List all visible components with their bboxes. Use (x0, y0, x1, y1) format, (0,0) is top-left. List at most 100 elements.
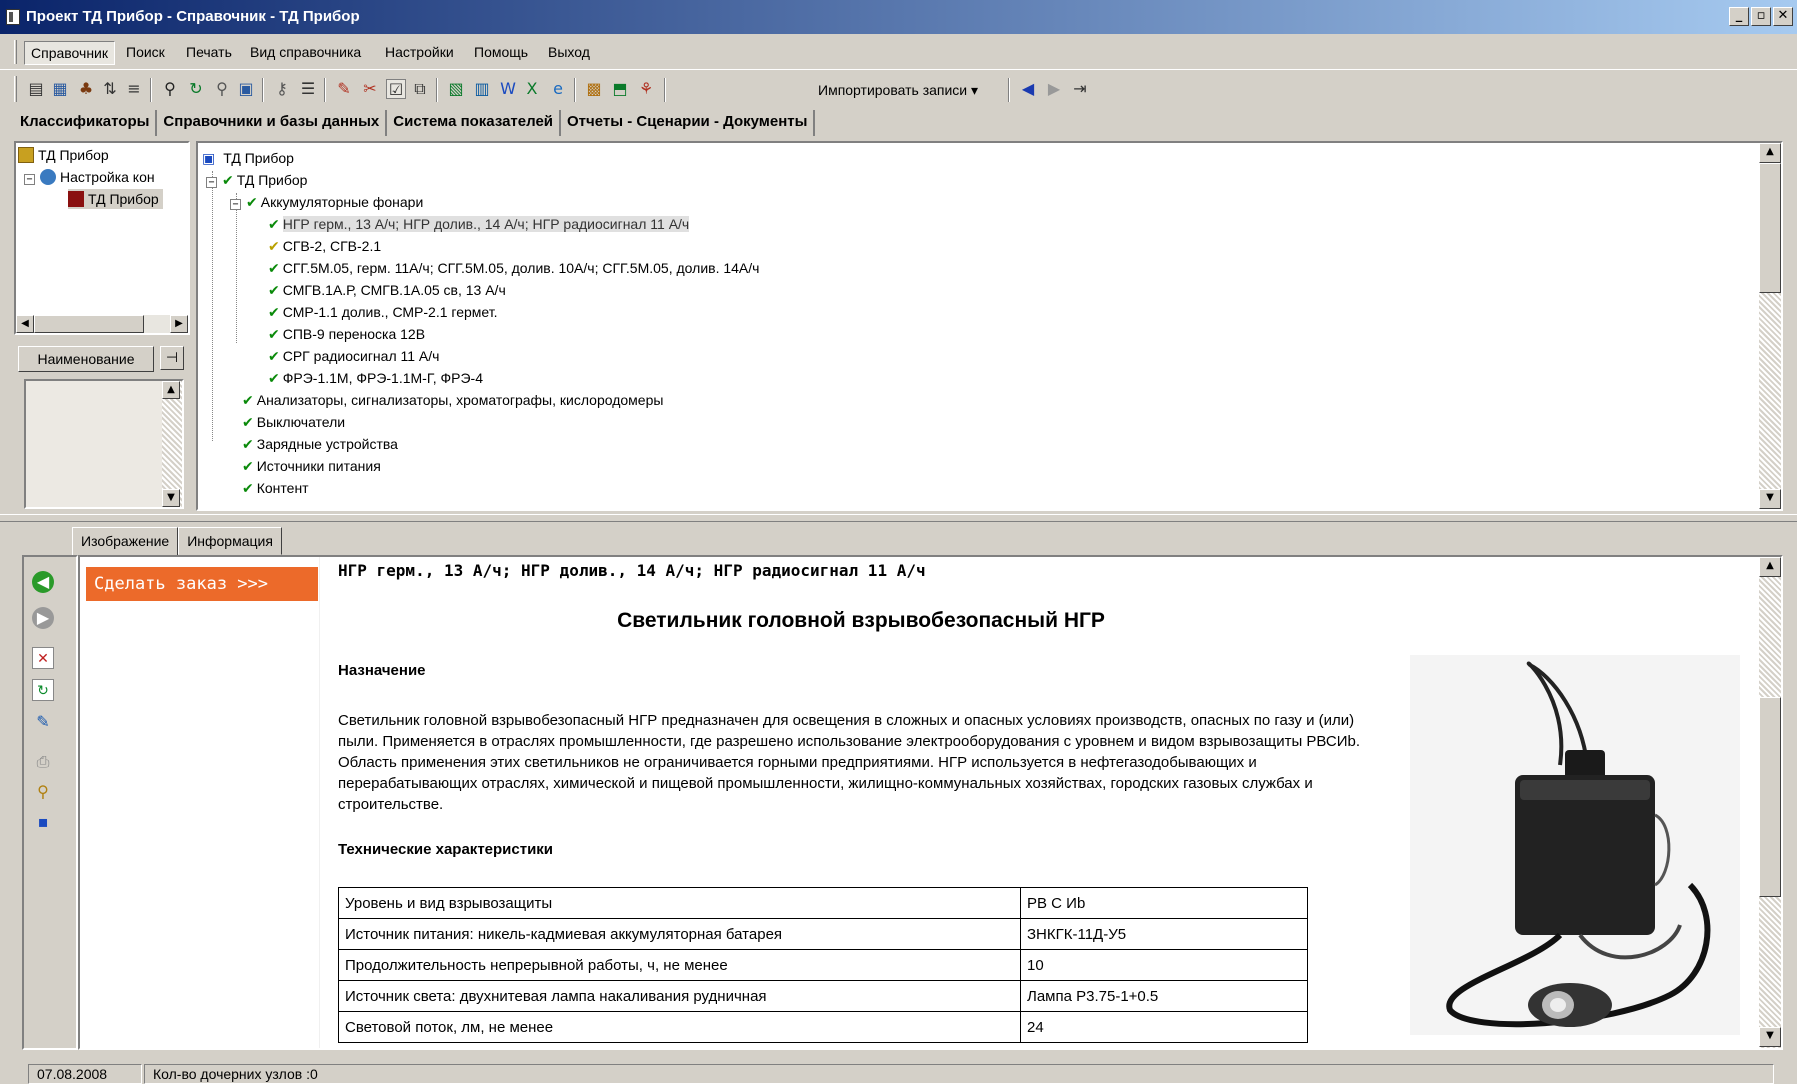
tree-node-selected[interactable]: ТД Прибор (68, 189, 163, 209)
scroll-up-icon[interactable]: ▲ (1759, 557, 1781, 577)
scroll-left-icon[interactable]: ◀ (16, 315, 34, 333)
chart-icon[interactable]: ▥ (472, 79, 492, 99)
tab-info[interactable]: Информация (178, 527, 282, 555)
tree-node-group[interactable]: − ✔ Аккумуляторные фонари (230, 191, 423, 213)
tree-scrollbar[interactable]: ▲ ▼ (1759, 143, 1781, 509)
order-button[interactable]: Сделать заказ >>> (86, 567, 318, 601)
menu-print[interactable]: Печать (180, 41, 238, 65)
tree-node-root[interactable]: ТД Прибор (18, 145, 109, 165)
close-button[interactable]: ✕ (1773, 7, 1793, 26)
restore-button[interactable]: ▫ (1751, 7, 1771, 26)
scroll-down-icon[interactable]: ▼ (1759, 489, 1781, 509)
tree-item[interactable]: ✔ СМР-1.1 долив., СМР-2.1 гермет. (268, 301, 497, 323)
tree-item[interactable]: ✔ Контент (242, 477, 309, 499)
edit-icon[interactable]: ✎ (334, 79, 354, 99)
tree-item[interactable]: ✔ СГГ.5М.05, герм. 11А/ч; СГГ.5М.05, доли… (268, 257, 759, 279)
tree-icon[interactable]: ♣ (76, 79, 96, 99)
tree-item[interactable]: ✔ СРГ радиосигнал 11 А/ч (268, 345, 439, 367)
tree-item[interactable]: ✔ НГР герм., 13 А/ч; НГР долив., 14 А/ч; … (268, 213, 690, 235)
menu-grip[interactable] (14, 40, 17, 64)
tree-item[interactable]: ✔ ФРЭ-1.1М, ФРЭ-1.1М-Г, ФРЭ-4 (268, 367, 483, 389)
save-icon[interactable]: ▪ (32, 811, 54, 833)
exit-door-icon[interactable]: ⇥ (1070, 79, 1090, 99)
menu-search[interactable]: Поиск (120, 41, 171, 65)
tree-root[interactable]: ▣ ТД Прибор (202, 147, 294, 169)
scroll-right-icon[interactable]: ▶ (170, 315, 188, 333)
collapse-icon[interactable]: − (24, 174, 35, 185)
tree-item[interactable]: ✔ Зарядные устройства (242, 433, 398, 455)
window-title: Проект ТД Прибор - Справочник - ТД Прибо… (26, 8, 360, 25)
find-next-icon[interactable]: ⚲ (212, 79, 232, 99)
horizontal-scrollbar[interactable]: ◀ ▶ (16, 315, 188, 333)
menu-settings[interactable]: Настройки (379, 41, 460, 65)
toolbar: ▤ ▦ ♣ ⇅ ≡ ⚲ ↻ ⚲ ▣ ⚷ ☰ ✎ ✂ ☑ ⧉ ▧ ▥ W X e … (0, 70, 1797, 108)
name-column-header[interactable]: Наименование (18, 346, 154, 372)
back-arrow-icon[interactable]: ◀ (1018, 79, 1038, 99)
word-icon[interactable]: W (498, 79, 518, 99)
scroll-thumb[interactable] (1759, 163, 1781, 293)
scroll-down-icon[interactable]: ▼ (1759, 1027, 1781, 1047)
go-back-icon[interactable]: ◀ (32, 571, 54, 593)
delete-icon[interactable]: ✕ (32, 647, 54, 669)
collapse-icon[interactable]: − (206, 177, 217, 188)
network-icon[interactable]: ⚘ (636, 79, 656, 99)
excel-icon[interactable]: X (522, 79, 542, 99)
app-icon[interactable] (6, 9, 20, 25)
sort-icon[interactable]: ⇅ (100, 79, 120, 99)
tree-item[interactable]: ✔ СПВ-9 переноска 12В (268, 323, 425, 345)
tree-item[interactable]: ✔ Анализаторы, сигнализаторы, хроматограф… (242, 389, 663, 411)
tree-node-settings[interactable]: − Настройка кон (24, 167, 155, 187)
forward-arrow-icon[interactable]: ▶ (1044, 79, 1064, 99)
cut-icon[interactable]: ✂ (360, 79, 380, 99)
export-icon[interactable]: ⬒ (610, 79, 630, 99)
checklist-icon[interactable]: ☑ (386, 79, 406, 99)
edit-document-icon[interactable]: ✎ (32, 711, 54, 733)
tree-item[interactable]: ✔ Источники питания (242, 455, 381, 477)
tree-item[interactable]: ✔ СМГВ.1А.Р, СМГВ.1А.05 св, 13 А/ч (268, 279, 506, 301)
scroll-thumb[interactable] (1759, 697, 1781, 897)
list-icon[interactable]: ☰ (298, 79, 318, 99)
tree-item[interactable]: ✔ Выключатели (242, 411, 345, 433)
name-list-scrollbar[interactable]: ▲ ▼ (162, 381, 182, 507)
toolbar-grip[interactable] (14, 76, 17, 102)
package-icon[interactable]: ▩ (584, 79, 604, 99)
tree-item[interactable]: ✔ СГВ-2, СГВ-2.1 (268, 235, 381, 257)
scroll-down-icon[interactable]: ▼ (162, 489, 180, 507)
scroll-thumb[interactable] (34, 315, 144, 333)
tab-directories[interactable]: Справочники и базы данных (157, 110, 388, 136)
check-icon: ✔ (268, 261, 280, 277)
image-icon[interactable]: ▧ (446, 79, 466, 99)
tab-indicators[interactable]: Система показателей (387, 110, 562, 136)
name-list[interactable]: ▲ ▼ (24, 379, 184, 509)
collapse-icon[interactable]: − (230, 199, 241, 210)
tab-image[interactable]: Изображение (72, 527, 179, 555)
scroll-up-icon[interactable]: ▲ (162, 381, 180, 399)
key-icon[interactable]: ⚷ (272, 79, 292, 99)
specs-table: Уровень и вид взрывозащиты РВ С Иb Источн… (338, 887, 1308, 1043)
form-icon[interactable]: ▤ (26, 79, 46, 99)
minimize-button[interactable]: _ (1729, 7, 1749, 26)
filter-icon[interactable]: ≡ (124, 79, 144, 99)
scroll-up-icon[interactable]: ▲ (1759, 143, 1781, 163)
tab-classifiers[interactable]: Классификаторы (14, 110, 158, 136)
copy-icon[interactable]: ⧉ (410, 79, 430, 99)
go-forward-icon[interactable]: ▶ (32, 607, 54, 629)
content-scrollbar[interactable]: ▲ ▼ (1759, 557, 1781, 1048)
import-records-button[interactable]: Импортировать записи ▾ (818, 79, 978, 101)
table-icon[interactable]: ▦ (50, 79, 70, 99)
menu-exit[interactable]: Выход (542, 41, 596, 65)
search-db-icon[interactable]: ▣ (236, 79, 256, 99)
zoom-icon[interactable]: ⚲ (32, 781, 54, 803)
refresh-icon[interactable]: ↻ (186, 79, 206, 99)
splitter[interactable] (0, 514, 1797, 522)
reload-icon[interactable]: ↻ (32, 679, 54, 701)
binoculars-icon[interactable]: ⚲ (160, 79, 180, 99)
tab-reports[interactable]: Отчеты - Сценарии - Документы (561, 110, 816, 136)
tree-node-company[interactable]: − ✔ ТД Прибор (206, 169, 307, 191)
menu-directory[interactable]: Справочник (24, 41, 115, 65)
menu-help[interactable]: Помощь (468, 41, 534, 65)
browser-icon[interactable]: e (548, 79, 568, 99)
pin-icon[interactable]: ⊣ (160, 346, 184, 370)
menu-view[interactable]: Вид справочника (244, 41, 367, 65)
print-icon[interactable]: ⎙ (32, 751, 54, 773)
